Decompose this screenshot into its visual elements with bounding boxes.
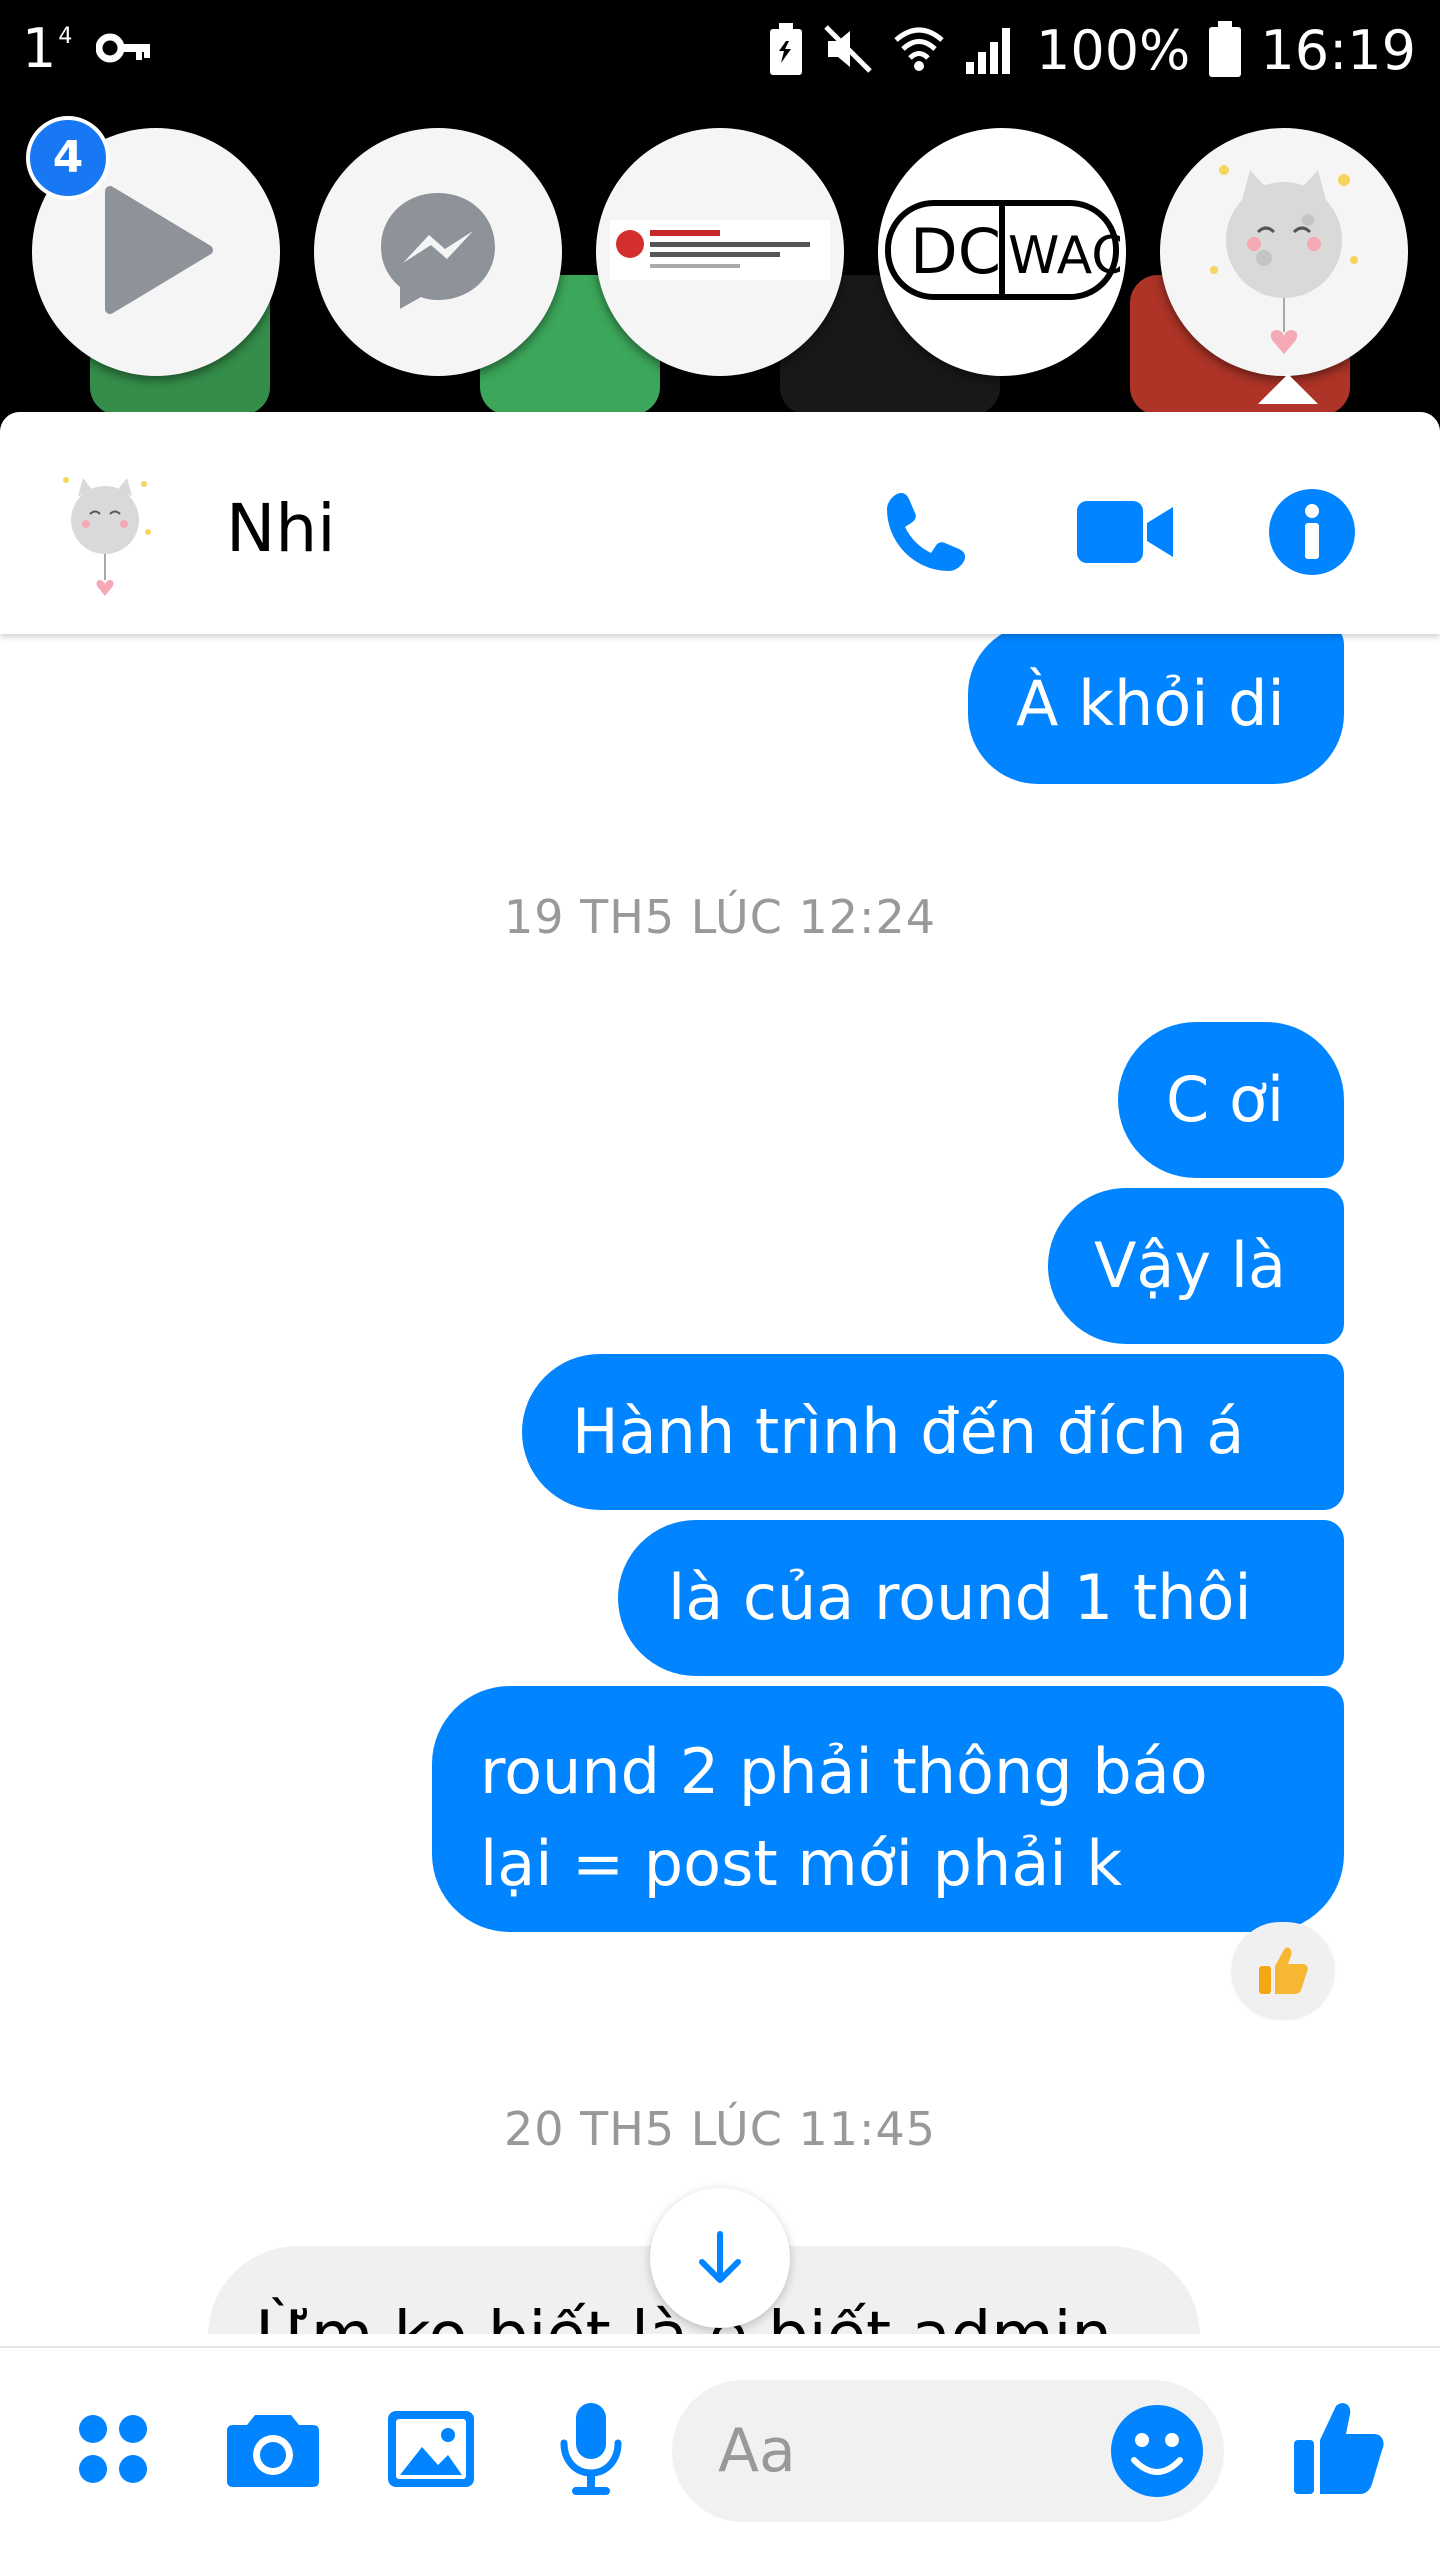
thumbs-up-reaction-icon xyxy=(1259,1947,1308,1994)
svg-text:DC: DC xyxy=(910,215,1001,288)
gallery-button[interactable] xyxy=(376,2394,486,2504)
clock: 16:19 xyxy=(1260,19,1416,82)
voice-record-button[interactable] xyxy=(536,2394,646,2504)
battery-percent: 100% xyxy=(1035,19,1191,82)
scroll-to-bottom-button[interactable] xyxy=(650,2188,790,2328)
chat-window: Nhi À khỏi di 19 TH5 LÚC 12:24 C ơi Vậy … xyxy=(0,412,1440,2560)
status-bar: 1 4 100% 16:19 xyxy=(0,0,1440,100)
screen: 1 4 100% 16:19 4 DC WAO Nhi À khỏi di 19… xyxy=(0,0,1440,2560)
chat-heads-bar: 4 DC WAO xyxy=(0,100,1440,415)
emoji-button[interactable] xyxy=(1106,2400,1208,2502)
contact-avatar[interactable] xyxy=(50,462,160,602)
timestamp: 20 TH5 LÚC 11:45 xyxy=(503,2102,937,2156)
like-button[interactable] xyxy=(1280,2388,1400,2508)
play-icon xyxy=(96,185,216,319)
composer-bar xyxy=(0,2346,1440,2560)
thumbs-up-icon xyxy=(1294,2403,1384,2494)
outgoing-message[interactable]: Hành trình đến đích á xyxy=(522,1354,1344,1510)
four-dots-icon xyxy=(79,2415,147,2483)
info-icon xyxy=(1269,489,1355,575)
nhi-head[interactable] xyxy=(1160,128,1408,376)
status-right: 100% 16:19 xyxy=(768,16,1416,86)
microphone-icon xyxy=(560,2403,622,2495)
timestamp: 19 TH5 LÚC 12:24 xyxy=(503,890,937,944)
image-icon xyxy=(388,2411,474,2487)
contact-name[interactable]: Nhi xyxy=(226,484,336,574)
outgoing-message[interactable]: C ơi xyxy=(1118,1022,1344,1178)
camera-button[interactable] xyxy=(218,2394,328,2504)
arrow-down-icon xyxy=(699,2231,741,2283)
outgoing-message[interactable]: là của round 1 thôi xyxy=(618,1520,1344,1676)
smiley-icon xyxy=(1111,2405,1203,2497)
svg-text:WAO: WAO xyxy=(1008,226,1120,286)
moon-cat-avatar-icon xyxy=(63,477,151,596)
moon-cat-avatar-icon xyxy=(1184,140,1384,364)
battery-saver-icon xyxy=(768,21,804,81)
video-call-button[interactable] xyxy=(1070,482,1180,582)
dcwao-head[interactable]: DC WAO xyxy=(878,128,1126,376)
unread-badge: 4 xyxy=(26,116,110,200)
phone-icon xyxy=(887,493,965,571)
chat-header: Nhi xyxy=(0,412,1440,634)
reaction-badge[interactable] xyxy=(1232,1922,1334,2018)
outgoing-message[interactable]: Vậy là xyxy=(1048,1188,1344,1344)
more-actions-button[interactable] xyxy=(58,2394,168,2504)
video-camera-icon xyxy=(1077,501,1173,563)
wifi-icon xyxy=(892,22,946,80)
notification-count: 1 xyxy=(22,17,57,80)
outgoing-message[interactable]: À khỏi di xyxy=(968,634,1344,784)
message-list[interactable]: À khỏi di 19 TH5 LÚC 12:24 C ơi Vậy là H… xyxy=(0,634,1440,2334)
post-preview-head[interactable] xyxy=(596,128,844,376)
messenger-head[interactable] xyxy=(314,128,562,376)
post-thumbnail xyxy=(610,200,830,304)
battery-icon xyxy=(1208,21,1242,81)
camera-icon xyxy=(227,2415,319,2487)
dcwao-logo: DC WAO xyxy=(884,195,1126,309)
vpn-key-icon xyxy=(95,28,152,72)
info-button[interactable] xyxy=(1262,482,1362,582)
status-left: 1 4 xyxy=(22,14,152,84)
signal-icon xyxy=(964,24,1018,78)
active-head-caret xyxy=(1258,374,1318,404)
notification-superscript: 4 xyxy=(58,24,73,49)
voice-call-button[interactable] xyxy=(876,482,976,582)
mute-icon xyxy=(822,23,874,79)
messenger-icon xyxy=(373,185,503,319)
outgoing-message[interactable]: round 2 phải thông báo lại = post mới ph… xyxy=(432,1686,1344,1932)
